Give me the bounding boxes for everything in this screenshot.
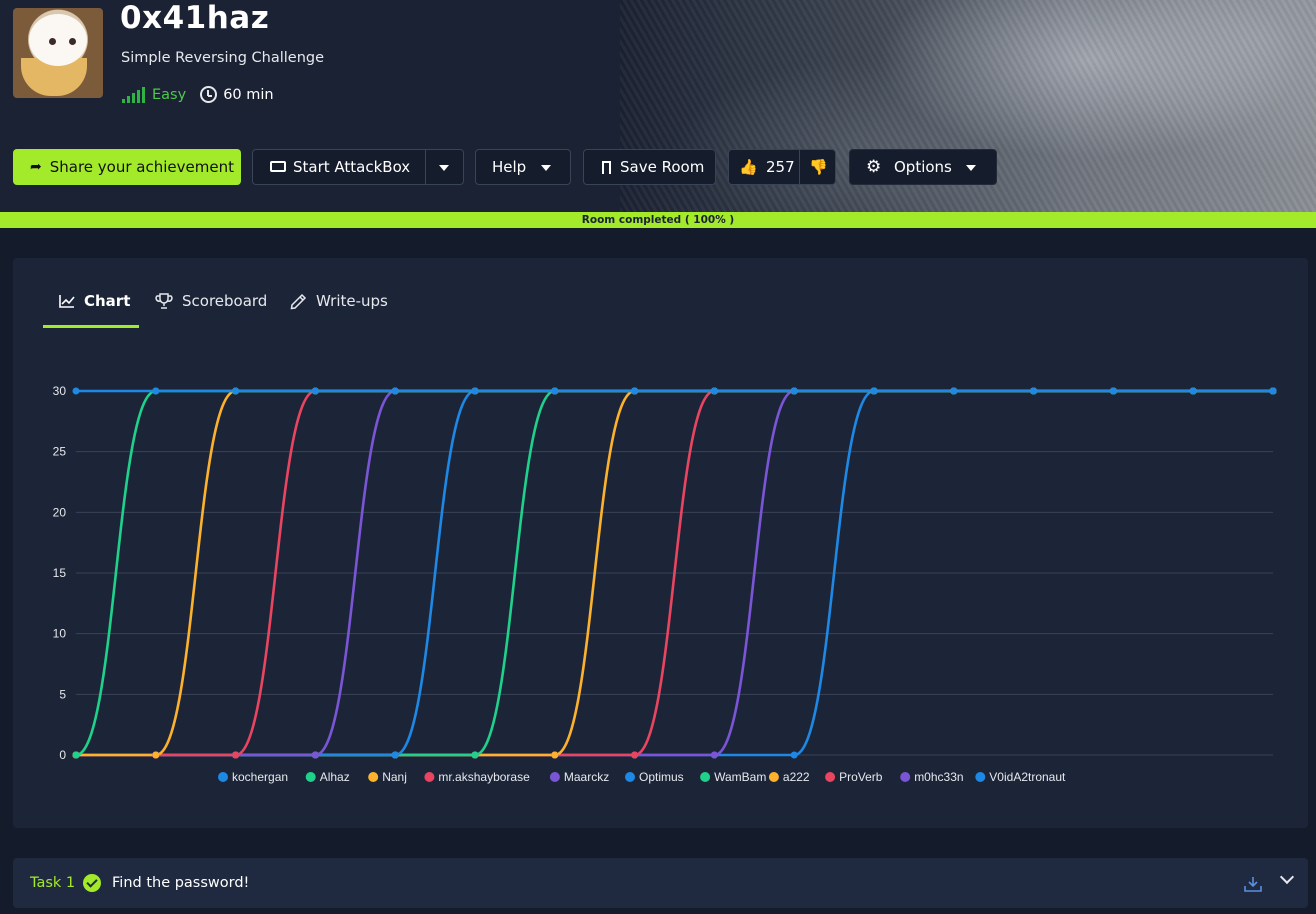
- difficulty-label: Easy: [152, 86, 187, 103]
- start-attackbox-button[interactable]: Start AttackBox: [252, 149, 464, 185]
- legend-marker: [549, 772, 560, 782]
- data-point: [870, 387, 878, 395]
- room-stats-panel: Chart Scoreboard Write-ups 0 5 10 15 20 25 30 k…: [13, 258, 1308, 828]
- y-tick-label: 0: [59, 748, 66, 762]
- legend-marker: [625, 772, 635, 782]
- y-tick-label: 15: [53, 566, 67, 580]
- data-point: [311, 751, 319, 759]
- legend-marker: [368, 772, 379, 782]
- data-point: [551, 387, 559, 395]
- legend-label: Alhaz: [320, 770, 350, 784]
- legend-marker: [900, 772, 911, 782]
- data-point: [152, 751, 160, 759]
- room-subtitle: Simple Reversing Challenge: [121, 50, 325, 66]
- data-point: [1030, 387, 1038, 395]
- gear-icon: ⚙: [866, 157, 882, 177]
- data-point: [391, 751, 399, 759]
- options-button[interactable]: ⚙ Options: [849, 149, 997, 185]
- room-avatar: [13, 8, 103, 98]
- legend-marker: [424, 772, 435, 782]
- data-point: [950, 387, 958, 395]
- vote-group: 👍 257 👎: [728, 149, 836, 185]
- data-point: [790, 387, 798, 395]
- data-point: [311, 387, 319, 395]
- data-point: [471, 387, 479, 395]
- attackbox-dropdown-icon[interactable]: [439, 165, 449, 171]
- room-header: 0x41haz Simple Reversing Challenge Easy …: [0, 0, 1316, 212]
- legend-label: Maarckz: [564, 770, 609, 784]
- download-icon[interactable]: [1244, 876, 1262, 892]
- legend-label: Nanj: [382, 770, 407, 784]
- data-point: [232, 387, 240, 395]
- legend-label: mr.akshayborase: [438, 770, 530, 784]
- chevron-down-icon: [541, 165, 551, 171]
- data-point: [710, 751, 718, 759]
- task-number: Task 1: [30, 875, 76, 891]
- legend-marker: [768, 772, 779, 782]
- data-point: [551, 751, 559, 759]
- task-1-header[interactable]: Task 1 Find the password!: [13, 858, 1308, 908]
- data-point: [790, 751, 798, 759]
- like-count: 257: [766, 158, 795, 176]
- data-point: [631, 387, 639, 395]
- legend-label: WamBam: [714, 770, 766, 784]
- room-meta: Easy 60 min: [122, 86, 274, 103]
- data-point: [72, 387, 80, 395]
- legend-marker: [700, 772, 711, 782]
- data-point: [471, 751, 479, 759]
- thumbs-up-icon[interactable]: 👍: [739, 158, 758, 176]
- legend-label: V0idA2tronaut: [989, 770, 1066, 784]
- room-title: 0x41haz: [120, 0, 270, 36]
- legend-label: kochergan: [232, 770, 288, 784]
- legend-marker: [218, 772, 228, 782]
- check-circle-icon: [83, 874, 101, 892]
- legend-marker: [975, 772, 986, 782]
- duration-label: 60 min: [223, 86, 274, 103]
- data-point: [1189, 387, 1197, 395]
- y-tick-label: 10: [53, 627, 67, 641]
- difficulty-icon: [122, 86, 145, 103]
- bookmark-icon: [602, 161, 611, 174]
- progress-label: Room completed ( 100% ): [581, 214, 735, 226]
- help-button[interactable]: Help: [475, 149, 571, 185]
- thumbs-down-icon[interactable]: 👎: [809, 158, 828, 176]
- share-achievement-button[interactable]: ➦ Share your achievement: [13, 149, 241, 185]
- legend-label: Optimus: [639, 770, 684, 784]
- data-point: [1109, 387, 1117, 395]
- legend-label: a222: [783, 770, 810, 784]
- chevron-down-icon: [966, 165, 976, 171]
- data-point: [152, 387, 160, 395]
- y-tick-label: 30: [53, 384, 67, 398]
- clock-icon: [200, 86, 218, 103]
- share-icon: ➦: [30, 159, 42, 175]
- data-point: [232, 751, 240, 759]
- legend-label: m0hc33n: [914, 770, 963, 784]
- laptop-icon: [270, 161, 286, 172]
- y-tick-label: 20: [53, 505, 67, 519]
- data-point: [710, 387, 718, 395]
- legend-label: ProVerb: [839, 770, 883, 784]
- data-point: [1269, 387, 1277, 395]
- data-point: [391, 387, 399, 395]
- y-tick-label: 5: [59, 687, 66, 701]
- legend-marker: [825, 772, 836, 782]
- y-tick-label: 25: [53, 445, 67, 459]
- data-point: [72, 751, 80, 759]
- completion-chart: 0 5 10 15 20 25 30 kochergan Alhaz Nanj mr.akshayb…: [53, 384, 1277, 784]
- task-title: Find the password!: [112, 875, 250, 891]
- data-point: [631, 751, 639, 759]
- chevron-down-icon[interactable]: [1279, 869, 1295, 885]
- save-room-button[interactable]: Save Room: [583, 149, 716, 185]
- room-progress-bar: Room completed ( 100% ): [0, 212, 1316, 228]
- legend-marker: [305, 772, 316, 782]
